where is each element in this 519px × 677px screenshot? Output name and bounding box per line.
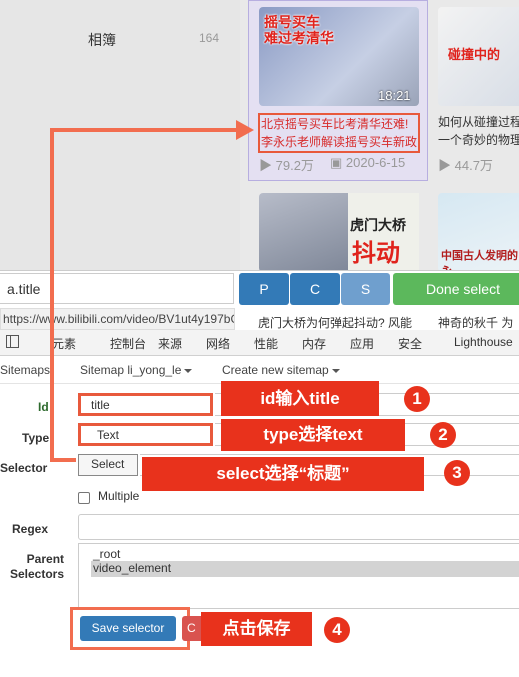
thumbnail-caption: 抖动 bbox=[352, 240, 400, 267]
favorites-item-count: 164 bbox=[199, 31, 220, 45]
video-title-link[interactable]: 如何从碰撞过程一个奇妙的物理 bbox=[438, 113, 519, 149]
create-sitemap-label: Create new sitemap bbox=[222, 363, 329, 377]
arrow-connector bbox=[50, 128, 240, 132]
annotation-label: type选择text bbox=[221, 419, 405, 451]
selector-input[interactable]: a.title bbox=[0, 273, 234, 304]
arrow-connector bbox=[50, 458, 76, 462]
sitemaps-tab[interactable]: Sitemaps bbox=[0, 363, 50, 377]
id-label: Id bbox=[38, 400, 49, 414]
tab-lighthouse[interactable]: Lighthouse bbox=[454, 335, 513, 349]
step-number: 2 bbox=[430, 422, 456, 448]
annotation-label: id输入title bbox=[221, 381, 379, 416]
tab-elements[interactable]: 元素 bbox=[52, 335, 76, 352]
chevron-down-icon bbox=[331, 368, 340, 373]
tab-sources[interactable]: 来源 bbox=[158, 335, 182, 352]
select-button[interactable]: S bbox=[341, 273, 390, 305]
url-text[interactable]: https://www.bilibili.com/video/BV1ut4y19… bbox=[0, 308, 235, 330]
parent-button[interactable]: P bbox=[239, 273, 289, 305]
play-icon: ▶ bbox=[438, 158, 455, 173]
create-sitemap-tab[interactable]: Create new sitemap bbox=[222, 363, 340, 377]
multiple-label: Multiple bbox=[98, 489, 140, 503]
video-date: ▣ 2020-6-15 bbox=[330, 155, 405, 171]
thumbnail-caption-line: 摇号买车 bbox=[264, 14, 320, 30]
video-views: ▶ 79.2万 bbox=[259, 155, 314, 174]
step-number: 1 bbox=[404, 386, 430, 412]
step-number: 4 bbox=[324, 617, 350, 643]
calendar-icon: ▣ bbox=[330, 155, 346, 170]
regex-label: Regex bbox=[12, 522, 49, 536]
step-number: 3 bbox=[444, 460, 470, 486]
annotation-label: 点击保存 bbox=[201, 612, 312, 646]
thumbnail-caption: 摇号买车 难过考清华 bbox=[264, 14, 334, 46]
thumbnail-caption: 碰撞中的 bbox=[448, 47, 501, 62]
favorites-item-label[interactable]: 相簿 bbox=[88, 30, 116, 50]
tab-performance[interactable]: 性能 bbox=[254, 335, 278, 352]
sitemap-tab[interactable]: Sitemap li_yong_le bbox=[80, 363, 193, 377]
parent-label-line: Selectors bbox=[10, 567, 65, 581]
arrow-head-icon bbox=[236, 120, 254, 140]
arrow-connector bbox=[50, 128, 54, 462]
thumbnail-caption-line: 难过考清华 bbox=[264, 30, 334, 46]
type-label: Type bbox=[22, 431, 50, 445]
dock-icon[interactable] bbox=[6, 335, 19, 348]
multiple-checkbox[interactable] bbox=[78, 492, 90, 504]
regex-input[interactable] bbox=[78, 514, 519, 540]
date-text: 2020-6-15 bbox=[345, 155, 406, 170]
video-title-link[interactable]: 北京摇号买车比考清华还难!李永乐老师解读摇号买车新政 bbox=[258, 113, 420, 153]
id-field[interactable]: title bbox=[78, 393, 213, 416]
child-button[interactable]: C bbox=[290, 273, 340, 305]
selector-label: Selector bbox=[0, 461, 48, 475]
parent-option-selected[interactable]: video_element bbox=[91, 561, 519, 577]
sitemap-tab-label: Sitemap li_yong_le bbox=[80, 363, 182, 377]
annotation-label: select选择“标题” bbox=[142, 457, 424, 491]
video-views: ▶ 44.7万 bbox=[438, 155, 493, 174]
play-icon: ▶ bbox=[259, 158, 276, 173]
parent-selectors-label: Parent Selectors bbox=[10, 552, 64, 582]
tab-memory[interactable]: 内存 bbox=[302, 335, 326, 352]
tab-application[interactable]: 应用 bbox=[350, 335, 374, 352]
tab-security[interactable]: 安全 bbox=[398, 335, 422, 352]
type-select[interactable]: Text bbox=[78, 423, 213, 446]
chevron-down-icon bbox=[184, 368, 193, 373]
tab-network[interactable]: 网络 bbox=[206, 335, 230, 352]
parent-label-line: Parent bbox=[26, 552, 65, 566]
thumbnail-caption: 虎门大桥 bbox=[350, 217, 406, 233]
done-selecting-button[interactable]: Done select bbox=[393, 273, 519, 305]
select-element-button[interactable]: Select bbox=[78, 454, 138, 476]
tab-console[interactable]: 控制台 bbox=[110, 335, 146, 352]
views-count: 79.2万 bbox=[275, 158, 314, 173]
parent-option[interactable]: _root bbox=[93, 547, 120, 561]
views-count: 44.7万 bbox=[454, 158, 493, 173]
video-duration: 18:21 bbox=[378, 88, 411, 103]
save-selector-button[interactable]: Save selector bbox=[80, 616, 176, 641]
